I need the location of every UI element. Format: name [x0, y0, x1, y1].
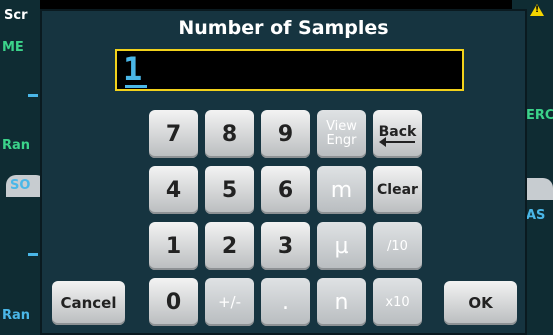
key-9[interactable]: 9 [261, 110, 310, 158]
ok-button[interactable]: OK [444, 281, 517, 325]
bg-source-label: SO [10, 178, 31, 193]
warning-icon[interactable]: ! [530, 4, 544, 16]
bg-range-label-2: Ran [2, 308, 31, 323]
micro-prefix-button[interactable]: µ [317, 222, 366, 270]
bg-measure-label: ME [2, 40, 24, 55]
key-4[interactable]: 4 [149, 166, 198, 214]
back-arrow-icon [378, 137, 415, 147]
entry-value: 1 [123, 50, 143, 88]
milli-prefix-button[interactable]: m [317, 166, 366, 214]
view-engr-label: View Engr [326, 119, 357, 148]
nano-prefix-button[interactable]: n [317, 278, 366, 326]
key-5[interactable]: 5 [205, 166, 254, 214]
back-button[interactable]: Back [373, 110, 422, 158]
cancel-button[interactable]: Cancel [52, 281, 125, 325]
key-0[interactable]: 0 [149, 278, 198, 326]
key-2[interactable]: 2 [205, 222, 254, 270]
decimal-point-button[interactable]: . [261, 278, 310, 326]
bg-zero-label: ERC [526, 108, 553, 123]
divide-by-10-button[interactable]: /10 [373, 222, 422, 270]
value-entry-field[interactable]: 1 [115, 49, 464, 91]
dialog-title: Number of Samples [178, 17, 389, 39]
key-1[interactable]: 1 [149, 222, 198, 270]
key-6[interactable]: 6 [261, 166, 310, 214]
number-of-samples-dialog: Number of Samples 1 7 8 9 View Engr Back… [40, 9, 527, 335]
text-cursor [125, 85, 147, 88]
view-engr-button[interactable]: View Engr [317, 110, 366, 158]
multiply-by-10-button[interactable]: x10 [373, 278, 422, 326]
bg-dash [28, 253, 38, 256]
bg-screen-label: Scr [4, 8, 28, 23]
key-8[interactable]: 8 [205, 110, 254, 158]
plus-minus-button[interactable]: +/- [205, 278, 254, 326]
key-7[interactable]: 7 [149, 110, 198, 158]
bg-range-label: Ran [2, 138, 31, 153]
key-3[interactable]: 3 [261, 222, 310, 270]
clear-button[interactable]: Clear [373, 166, 422, 214]
background-left-panel: Scr ME Ran SO Ran [0, 0, 40, 335]
bg-bias-label: AS [526, 208, 546, 223]
bg-dash [28, 94, 38, 97]
